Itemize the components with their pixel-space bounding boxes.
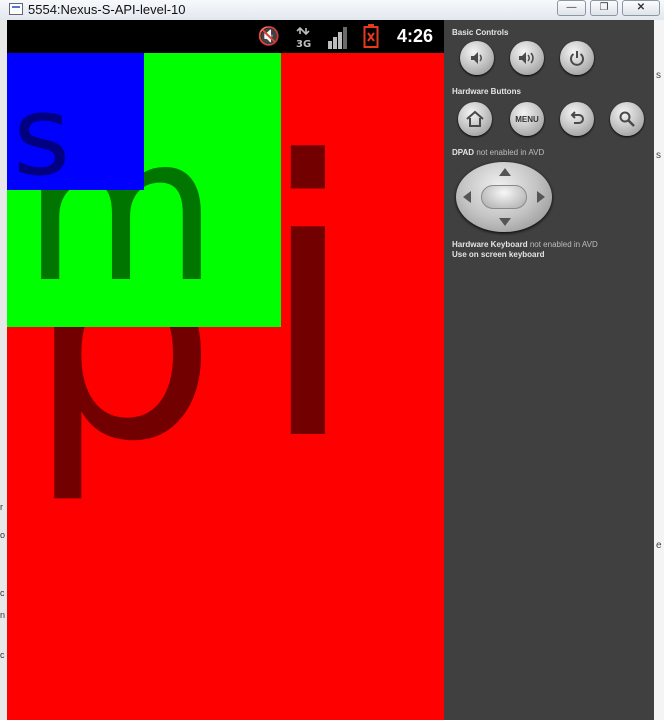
clock: 4:26 <box>397 26 434 46</box>
device-screen[interactable]: 🔇 3G 4:26 p i m s <box>7 20 444 720</box>
restore-button[interactable]: ❐ <box>590 0 618 16</box>
keyboard-label: Hardware Keyboard not enabled in AVD <box>452 240 598 249</box>
app-window-icon <box>9 3 23 15</box>
power-icon <box>570 51 584 66</box>
home-button[interactable] <box>458 102 492 136</box>
volume-down-icon <box>471 52 482 64</box>
background-window-edge: sse <box>654 20 664 720</box>
volume-up-icon <box>519 52 534 64</box>
hardware-buttons-label: Hardware Buttons <box>452 87 521 96</box>
menu-button[interactable]: MENU <box>510 102 544 136</box>
app-content: p i m s <box>7 53 444 720</box>
battery-alert-icon <box>363 24 379 48</box>
status-bar: 🔇 3G 4:26 <box>7 20 444 53</box>
keyboard-label-text: Hardware Keyboard <box>452 240 528 249</box>
dpad-down-icon[interactable] <box>499 218 511 226</box>
basic-controls-label: Basic Controls <box>452 28 509 37</box>
keyboard-hint: Use on screen keyboard <box>452 250 545 259</box>
volume-up-button[interactable] <box>510 41 544 75</box>
back-button[interactable] <box>560 102 594 136</box>
minimize-icon: — <box>566 2 577 13</box>
emulator-window: 🔇 3G 4:26 p i m s Basic Controls Hardwar… <box>7 20 654 720</box>
dpad-label-text: DPAD <box>452 148 475 157</box>
search-icon <box>619 111 635 127</box>
minimize-button[interactable]: — <box>557 0 586 16</box>
close-icon: ✕ <box>636 2 646 13</box>
dpad[interactable] <box>456 162 552 232</box>
dpad-note: not enabled in AVD <box>476 148 545 157</box>
small-letter-s: s <box>13 72 71 200</box>
small-layer: s <box>7 53 144 200</box>
signal-strength-icon <box>328 27 347 49</box>
menu-label: MENU <box>515 114 539 124</box>
window-title-bar[interactable]: 5554:Nexus-S-API-level-10 — ❐ ✕ <box>0 0 664 21</box>
dpad-label: DPAD not enabled in AVD <box>452 148 544 157</box>
power-button[interactable] <box>560 41 594 75</box>
dpad-up-icon[interactable] <box>499 168 511 176</box>
search-button[interactable] <box>610 102 644 136</box>
restore-icon: ❐ <box>599 2 609 13</box>
dpad-right-icon[interactable] <box>537 191 545 203</box>
close-button[interactable]: ✕ <box>622 0 660 16</box>
keyboard-note: not enabled in AVD <box>529 240 598 249</box>
dpad-left-icon[interactable] <box>463 191 471 203</box>
3g-data-icon: 3G <box>296 26 311 50</box>
window-title: 5554:Nexus-S-API-level-10 <box>28 2 186 17</box>
mute-icon: 🔇 <box>257 26 281 46</box>
dpad-center-button[interactable] <box>481 185 527 209</box>
volume-down-button[interactable] <box>460 41 494 75</box>
home-icon <box>466 110 484 127</box>
back-icon <box>570 111 584 124</box>
svg-text:3G: 3G <box>296 39 311 50</box>
emulator-controls-panel: Basic Controls Hardware Buttons MENU DPA… <box>444 20 654 720</box>
